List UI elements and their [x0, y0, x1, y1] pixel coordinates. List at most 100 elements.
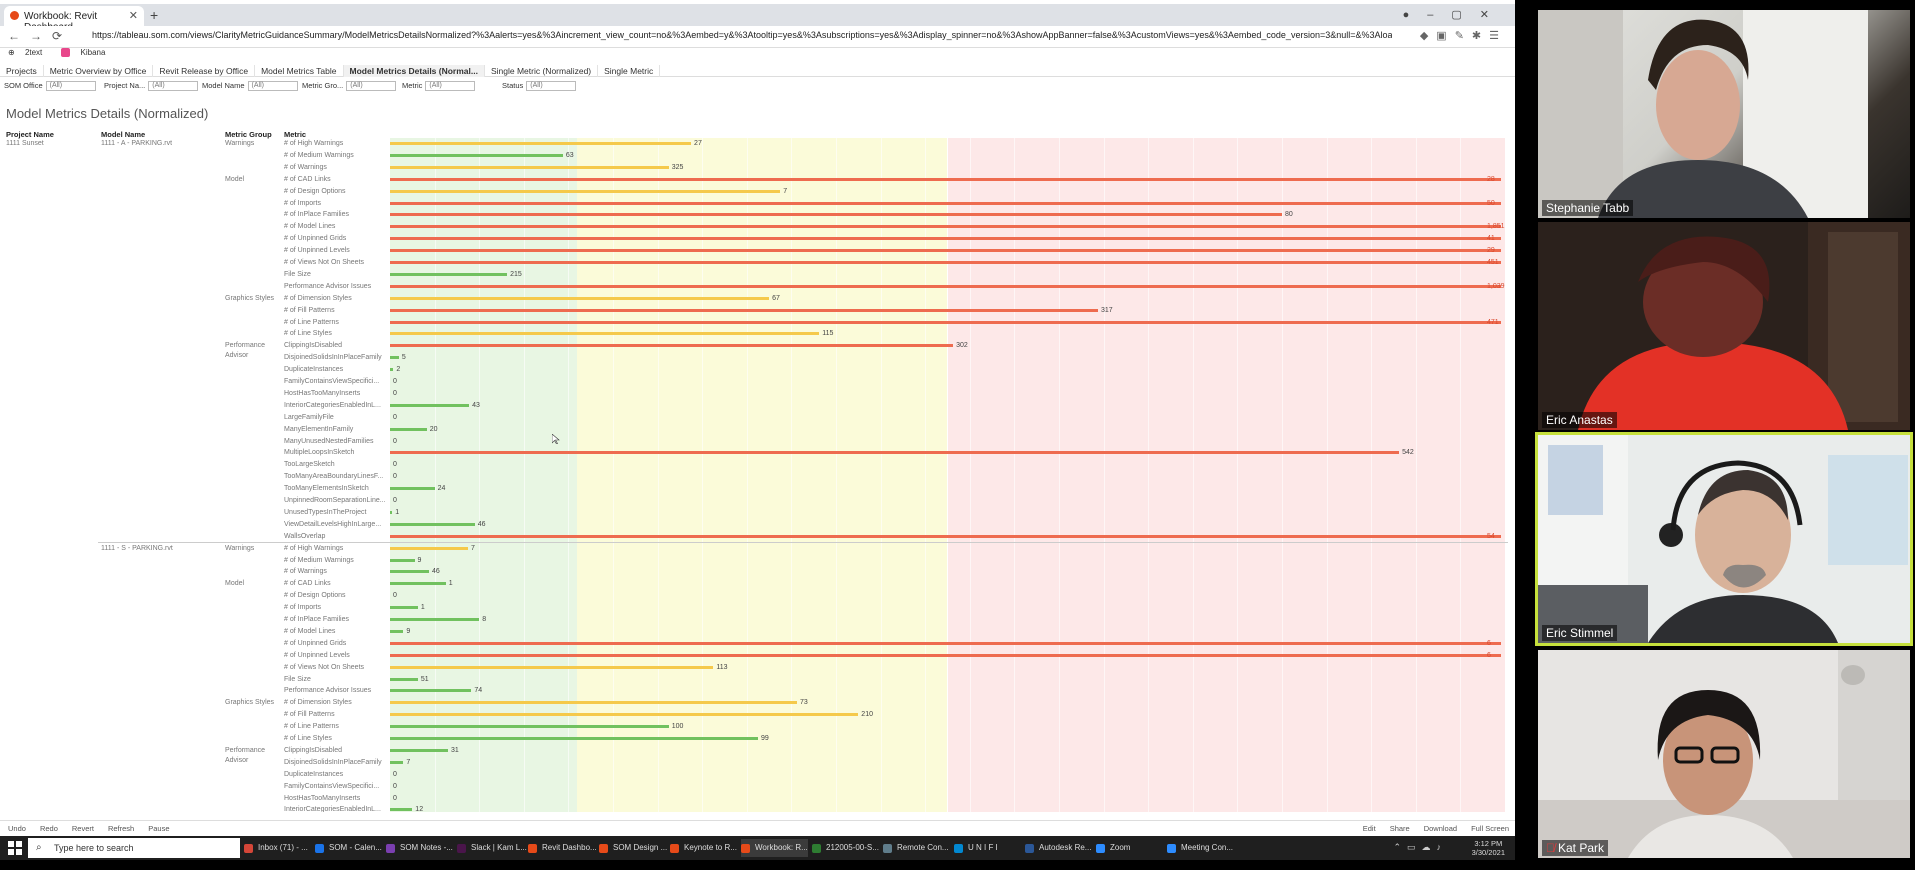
table-row[interactable]: # of Dimension Styles 73 — [0, 697, 1515, 709]
table-row[interactable]: FamilyContainsViewSpecifici... 0 — [0, 781, 1515, 793]
table-row[interactable]: DuplicateInstances 2 — [0, 364, 1515, 376]
table-row[interactable]: # of Imports 1 — [0, 602, 1515, 614]
table-row[interactable]: # of Model Lines 1,851 — [0, 221, 1515, 233]
metric-bar[interactable] — [390, 177, 1501, 181]
table-row[interactable]: # of Views Not On Sheets 113 — [0, 662, 1515, 674]
taskbar-app[interactable]: SOM Notes -... — [386, 839, 453, 857]
metric-bar[interactable] — [390, 689, 472, 693]
metric-bar[interactable] — [390, 356, 399, 360]
bookmark-2text[interactable]: ⊕ 2text — [8, 48, 42, 57]
taskbar-search[interactable]: ⌕ Type here to search — [28, 838, 240, 858]
taskbar-app[interactable]: SOM - Calen... — [315, 839, 382, 857]
table-row[interactable]: DuplicateInstances 0 — [0, 769, 1515, 781]
toolbar-download-button[interactable]: Download — [1424, 824, 1457, 833]
metric-bar[interactable] — [390, 344, 954, 348]
taskbar-app[interactable]: Slack | Kam L... — [457, 839, 527, 857]
taskbar-app[interactable]: Revit Dashbo... — [528, 839, 597, 857]
metric-bar[interactable] — [390, 606, 418, 610]
filter-dropdown[interactable]: (All) — [45, 81, 96, 92]
table-row[interactable]: Performance Advisor Issues 74 — [0, 685, 1515, 697]
system-tray-icons[interactable]: ⌃▭☁♪ — [1393, 842, 1447, 853]
metric-bar[interactable] — [390, 237, 1501, 241]
new-tab-icon[interactable]: + — [150, 7, 158, 23]
browser-tab[interactable]: Workbook: Revit Dashboard ✕ — [4, 6, 144, 33]
metric-bar[interactable] — [390, 403, 470, 407]
table-row[interactable]: # of Unpinned Grids 41 — [0, 233, 1515, 245]
toolbar-edit-button[interactable]: Edit — [1363, 824, 1376, 833]
table-row[interactable]: ClippingIsDisabled 31 — [0, 745, 1515, 757]
video-tile-2[interactable]: Eric Anastas — [1538, 222, 1910, 430]
metric-bar[interactable] — [390, 546, 469, 550]
table-row[interactable]: # of CAD Links 28 — [0, 174, 1515, 186]
filter-dropdown[interactable]: (All) — [526, 81, 577, 92]
sheet-tab[interactable]: Model Metrics Table — [255, 65, 344, 77]
metric-bar[interactable] — [390, 665, 714, 669]
metric-bar[interactable] — [390, 510, 393, 514]
table-row[interactable]: File Size 51 — [0, 674, 1515, 686]
toolbar-full-screen-button[interactable]: Full Screen — [1471, 824, 1509, 833]
metric-bar[interactable] — [390, 308, 1099, 312]
metric-bar[interactable] — [390, 320, 1501, 324]
metric-bar[interactable] — [390, 677, 418, 681]
metric-bar[interactable] — [390, 653, 1501, 657]
metric-bar[interactable] — [390, 249, 1501, 253]
table-row[interactable]: # of Fill Patterns 317 — [0, 305, 1515, 317]
sheet-tab[interactable]: Single Metric (Normalized) — [485, 65, 599, 77]
taskbar-app[interactable]: Keynote to R... — [670, 839, 737, 857]
metric-bar[interactable] — [390, 427, 427, 431]
sheet-tab[interactable]: Metric Overview by Office — [44, 65, 154, 77]
table-row[interactable]: # of Views Not On Sheets 451 — [0, 257, 1515, 269]
bookmark-kibana[interactable]: Kibana — [53, 48, 105, 58]
video-tile-3[interactable]: Eric Stimmel — [1535, 432, 1913, 646]
table-row[interactable]: # of Medium Warnings 9 — [0, 555, 1515, 567]
metric-bar[interactable] — [390, 296, 770, 300]
table-row[interactable]: # of Warnings 46 — [0, 566, 1515, 578]
toolbar-pause-button[interactable]: Pause — [148, 824, 169, 833]
taskbar-app[interactable]: SOM Design ... — [599, 839, 667, 857]
table-row[interactable]: DisjoinedSolidsInInPlaceFamily 5 — [0, 352, 1515, 364]
table-row[interactable]: # of Unpinned Levels 29 — [0, 245, 1515, 257]
table-row[interactable]: InteriorCategoriesEnabledInL... 12 — [0, 804, 1515, 812]
toolbar-redo-button[interactable]: Redo — [40, 824, 58, 833]
table-row[interactable]: MultipleLoopsInSketch 542 — [0, 447, 1515, 459]
toolbar-refresh-button[interactable]: Refresh — [108, 824, 134, 833]
table-row[interactable]: # of Model Lines 9 — [0, 626, 1515, 638]
clock[interactable]: 3:12 PM 3/30/2021 — [1472, 839, 1505, 857]
table-row[interactable]: # of Unpinned Levels 6 — [0, 650, 1515, 662]
table-row[interactable]: # of Line Styles 115 — [0, 328, 1515, 340]
table-row[interactable]: LargeFamilyFile 0 — [0, 412, 1515, 424]
table-row[interactable]: # of Unpinned Grids 6 — [0, 638, 1515, 650]
metric-bar[interactable] — [390, 272, 508, 276]
filter-dropdown[interactable]: (All) — [148, 81, 199, 92]
metric-bar[interactable] — [390, 189, 781, 193]
table-row[interactable]: TooManyElementsInSketch 24 — [0, 483, 1515, 495]
sheet-tab[interactable]: Projects — [0, 65, 44, 77]
toolbar-share-button[interactable]: Share — [1390, 824, 1410, 833]
table-row[interactable]: # of Line Patterns 471 — [0, 317, 1515, 329]
metric-bar[interactable] — [390, 808, 413, 812]
table-row[interactable]: # of Line Styles 99 — [0, 733, 1515, 745]
metric-bar[interactable] — [390, 582, 446, 586]
metric-bar[interactable] — [390, 368, 394, 372]
table-row[interactable]: TooManyAreaBoundaryLinesF... 0 — [0, 471, 1515, 483]
metric-bar[interactable] — [390, 142, 692, 145]
table-row[interactable]: ClippingIsDisabled 302 — [0, 340, 1515, 352]
window-controls[interactable]: ●–▢✕ — [1403, 8, 1507, 21]
metric-bar[interactable] — [390, 713, 859, 717]
sheet-tab[interactable]: Single Metric — [598, 65, 661, 77]
metric-bar[interactable] — [390, 618, 480, 621]
table-row[interactable]: # of Line Patterns 100 — [0, 721, 1515, 733]
metric-bar[interactable] — [390, 165, 669, 169]
table-row[interactable]: TooLargeSketch 0 — [0, 459, 1515, 471]
metric-bar[interactable] — [390, 701, 797, 705]
sheet-tab[interactable]: Revit Release by Office — [153, 65, 256, 77]
table-row[interactable]: # of High Warnings 27 — [0, 138, 1515, 150]
metric-bar[interactable] — [390, 522, 475, 526]
metric-bar[interactable] — [390, 225, 1501, 229]
taskbar-app[interactable]: Remote Con... — [883, 839, 949, 857]
table-row[interactable]: ViewDetailLevelsHighInLarge... 46 — [0, 519, 1515, 531]
table-row[interactable]: InteriorCategoriesEnabledInL... 43 — [0, 400, 1515, 412]
table-row[interactable]: ManyElementInFamily 20 — [0, 424, 1515, 436]
metric-bar[interactable] — [390, 737, 758, 740]
nav-buttons[interactable]: ←→⟳ — [8, 29, 72, 43]
